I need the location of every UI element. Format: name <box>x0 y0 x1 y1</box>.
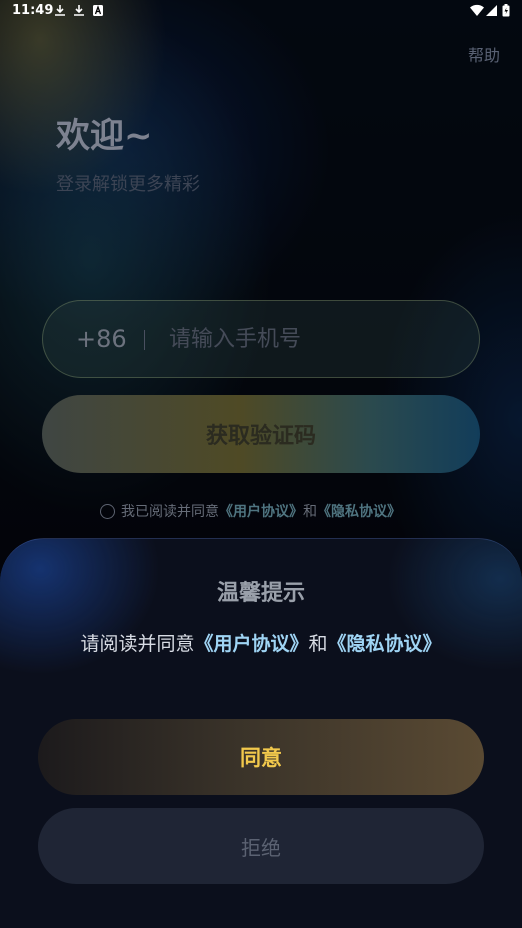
welcome-title: 欢迎~ <box>56 116 153 156</box>
dialog-title: 温馨提示 <box>216 581 305 606</box>
status-time: 11:49 <box>12 3 54 18</box>
phone-input-box[interactable]: +86 <box>42 300 480 378</box>
agreement-checkbox[interactable] <box>100 503 115 519</box>
wifi-icon <box>470 4 484 16</box>
dialog-message: 请阅读并同意《用户协议》和《隐私协议》 <box>0 629 522 656</box>
divider <box>144 330 145 350</box>
signal-icon <box>486 5 497 16</box>
phone-input[interactable] <box>169 319 449 359</box>
a-icon <box>93 5 103 16</box>
agreement-and: 和 <box>303 504 317 520</box>
welcome-subtitle: 登录解锁更多精彩 <box>56 174 200 195</box>
dialog-user-agreement-link[interactable]: 《用户协议》 <box>194 633 308 655</box>
reject-button[interactable]: 拒绝 <box>38 808 484 884</box>
dialog-message-prefix: 请阅读并同意 <box>80 633 195 655</box>
status-bar: 11:49 <box>0 0 522 22</box>
agreement-dialog: 温馨提示 请阅读并同意《用户协议》和《隐私协议》 同意 拒绝 <box>0 538 522 928</box>
agree-button[interactable]: 同意 <box>38 719 484 795</box>
dialog-and: 和 <box>308 633 328 655</box>
battery-icon <box>502 4 510 17</box>
privacy-agreement-link[interactable]: 《隐私协议》 <box>317 501 401 521</box>
help-link[interactable]: 帮助 <box>468 42 500 66</box>
user-agreement-link[interactable]: 《用户协议》 <box>219 501 303 521</box>
get-code-button[interactable]: 获取验证码 <box>42 395 480 473</box>
download-icon <box>55 5 65 16</box>
agreement-row: 我已阅读并同意 《用户协议》 和 《隐私协议》 <box>100 502 401 520</box>
dialog-privacy-agreement-link[interactable]: 《隐私协议》 <box>328 633 442 655</box>
download-icon <box>74 5 84 16</box>
country-code[interactable]: +86 <box>76 325 127 353</box>
agreement-prefix: 我已阅读并同意 <box>121 504 219 520</box>
